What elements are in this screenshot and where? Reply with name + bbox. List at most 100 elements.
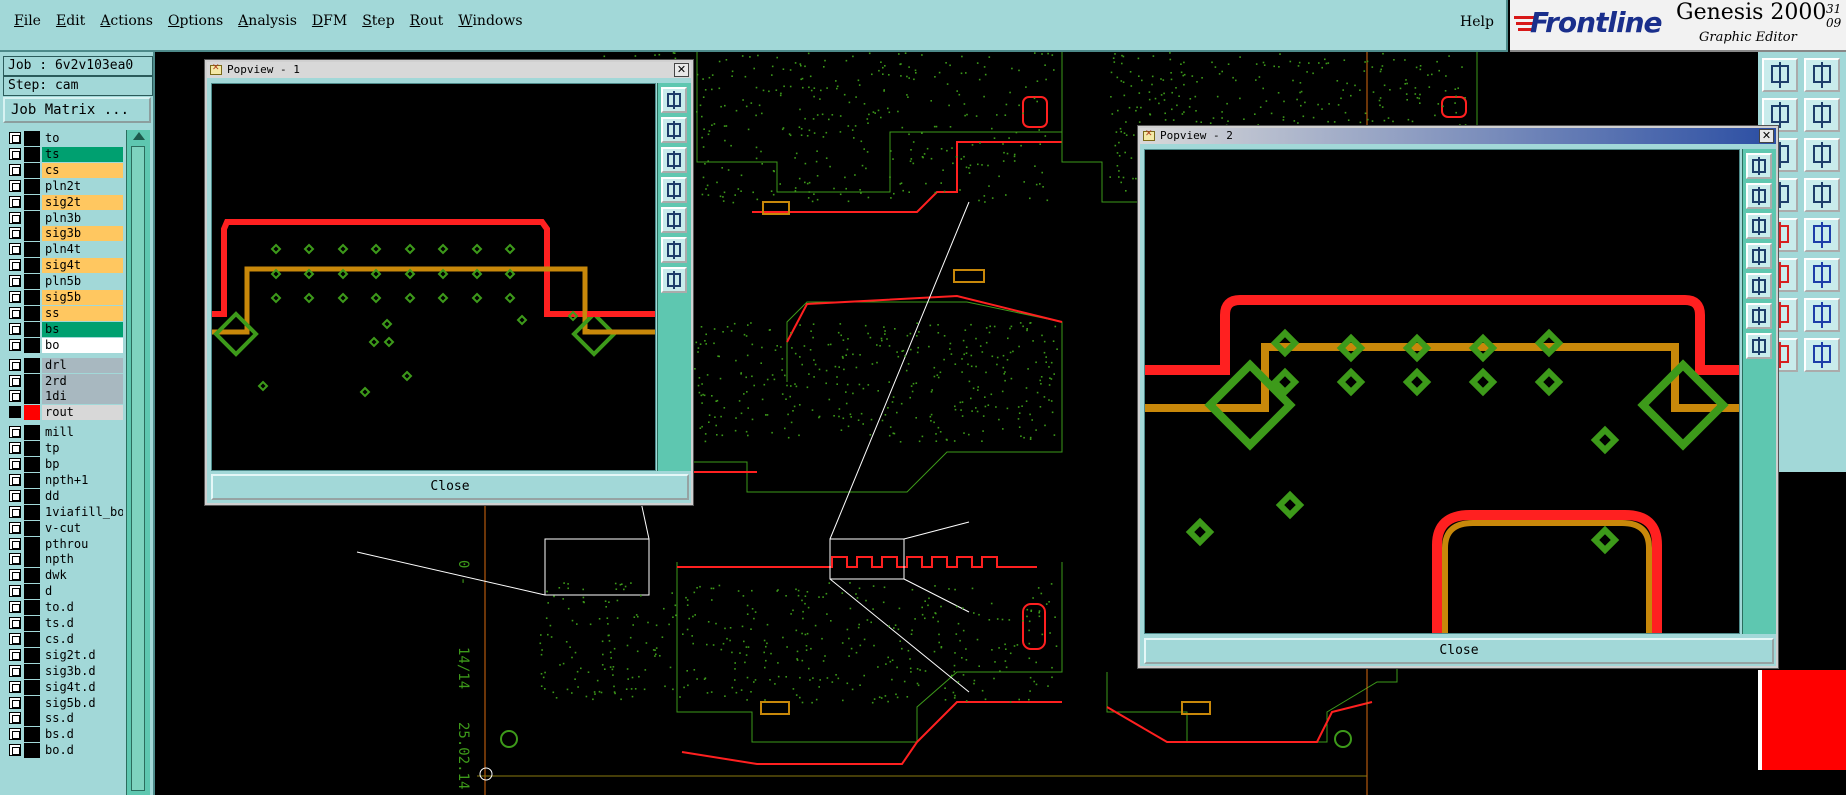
layer-row-dwk[interactable]: dwk (6, 567, 123, 584)
layer-color-swatch[interactable] (24, 552, 40, 568)
layer-row-sig2t.d[interactable]: sig2t.d (6, 647, 123, 663)
layer-name[interactable]: ss (42, 305, 123, 321)
layer-name[interactable]: rout (42, 405, 123, 421)
popview-1-drawing[interactable] (212, 84, 656, 471)
layer-checkbox[interactable] (9, 744, 21, 757)
layer-color-swatch[interactable] (24, 695, 40, 711)
layer-name[interactable]: bo.d (42, 743, 123, 759)
window-menu-icon[interactable] (210, 63, 222, 75)
layer-name[interactable]: 1viafill_bot (42, 504, 123, 520)
cross-icon[interactable] (1804, 218, 1840, 252)
layer-color-swatch[interactable] (24, 679, 40, 695)
layer-name[interactable]: 2rd (42, 373, 123, 389)
layer-name[interactable]: bs.d (42, 727, 123, 743)
layer-row-ss[interactable]: ss (6, 305, 123, 321)
layer-color-swatch[interactable] (24, 488, 40, 504)
forward-icon[interactable] (1804, 98, 1840, 132)
layer-color-swatch[interactable] (24, 226, 40, 242)
menu-actions[interactable]: Actions (94, 13, 162, 29)
menu-step[interactable]: Step (356, 13, 403, 29)
layer-color-swatch[interactable] (24, 405, 40, 421)
layer-name[interactable]: bp (42, 457, 123, 472)
layer-name[interactable]: sig4t.d (42, 679, 123, 695)
popview-1-close-button[interactable]: Close (211, 474, 689, 500)
layer-row-sig4t.d[interactable]: sig4t.d (6, 679, 123, 695)
layer-checkbox[interactable] (9, 521, 21, 534)
layer-name[interactable]: bo (42, 337, 123, 353)
layer-checkbox[interactable] (9, 601, 21, 614)
layer-checkbox[interactable] (9, 569, 21, 582)
zoom-out-icon[interactable] (661, 147, 687, 173)
layer-checkbox[interactable] (9, 553, 21, 566)
layer-checkbox[interactable] (9, 243, 21, 256)
pan-icon[interactable] (661, 267, 687, 293)
layer-color-swatch[interactable] (24, 536, 40, 552)
layer-color-swatch[interactable] (24, 425, 40, 441)
layer-row-mill[interactable]: mill (6, 424, 123, 441)
layer-color-swatch[interactable] (24, 210, 40, 226)
layer-checkbox[interactable] (9, 259, 21, 272)
layer-checkbox[interactable] (9, 406, 21, 419)
layer-color-swatch[interactable] (24, 357, 40, 373)
layer-color-swatch[interactable] (24, 568, 40, 584)
layer-row-bs[interactable]: bs (6, 321, 123, 337)
layer-color-swatch[interactable] (24, 146, 40, 162)
popview-2-titlebar[interactable]: Popview - 2 ✕ (1140, 128, 1776, 144)
layer-checkbox[interactable] (9, 617, 21, 629)
layer-name[interactable]: dd (42, 488, 123, 504)
layer-row-d[interactable]: d (6, 583, 123, 600)
layer-row-ts.d[interactable]: ts.d (6, 615, 123, 631)
layer-checkbox[interactable] (9, 458, 21, 470)
angle-icon[interactable] (1804, 298, 1840, 332)
menu-options[interactable]: Options (162, 13, 232, 29)
measure-icon[interactable] (1804, 178, 1840, 212)
layer-checkbox[interactable] (9, 712, 21, 725)
layer-checkbox[interactable] (9, 163, 21, 176)
layer-row-sig3b.d[interactable]: sig3b.d (6, 663, 123, 679)
zoom-home-icon[interactable] (661, 87, 687, 113)
layer-row-pln4t[interactable]: pln4t (6, 241, 123, 258)
layer-row-sig4t[interactable]: sig4t (6, 257, 123, 274)
menu-rout[interactable]: Rout (404, 13, 453, 29)
layer-color-swatch[interactable] (24, 131, 40, 146)
layer-checkbox[interactable] (9, 442, 21, 455)
layer-color-swatch[interactable] (24, 258, 40, 274)
layer-row-2rd[interactable]: 2rd (6, 373, 123, 389)
layer-checkbox[interactable] (9, 390, 21, 403)
layer-row-npth[interactable]: npth (6, 551, 123, 568)
layer-row-rout[interactable]: rout (6, 404, 123, 421)
layer-color-swatch[interactable] (24, 389, 40, 405)
layer-color-swatch[interactable] (24, 178, 40, 194)
zoom-in-icon[interactable] (661, 117, 687, 143)
layer-checkbox[interactable] (9, 664, 21, 677)
layer-name[interactable]: ss.d (42, 711, 123, 727)
layer-checkbox[interactable] (9, 632, 21, 645)
layer-checkbox[interactable] (9, 358, 21, 371)
layer-row-pln5b[interactable]: pln5b (6, 273, 123, 290)
layer-checkbox[interactable] (9, 489, 21, 502)
layer-name[interactable]: sig3b.d (42, 663, 123, 679)
layer-color-swatch[interactable] (24, 631, 40, 647)
layer-checkbox[interactable] (9, 132, 21, 144)
layer-name[interactable]: cs.d (42, 631, 123, 647)
zoom-in-icon[interactable] (1746, 183, 1772, 209)
fit-icon[interactable] (661, 237, 687, 263)
layer-name[interactable]: pln2t (42, 178, 123, 194)
close-icon[interactable]: ✕ (674, 63, 689, 77)
layer-checkbox[interactable] (9, 275, 21, 288)
layer-row-pln2t[interactable]: pln2t (6, 178, 123, 194)
layer-color-swatch[interactable] (24, 373, 40, 389)
forward-icon[interactable] (661, 207, 687, 233)
layer-name[interactable]: 1di (42, 389, 123, 405)
layer-name[interactable]: npth+1 (42, 472, 123, 488)
layer-row-bp[interactable]: bp (6, 456, 123, 472)
layer-checkbox[interactable] (9, 227, 21, 240)
layer-row-1viafill_bot[interactable]: 1viafill_bot (6, 504, 123, 520)
layer-color-swatch[interactable] (24, 290, 40, 305)
layer-checkbox[interactable] (9, 195, 21, 208)
layer-row-dd[interactable]: dd (6, 488, 123, 504)
layer-name[interactable]: pln3b (42, 210, 123, 226)
layer-color-swatch[interactable] (24, 321, 40, 337)
layer-checkbox[interactable] (9, 696, 21, 709)
layer-checkbox[interactable] (9, 374, 21, 387)
